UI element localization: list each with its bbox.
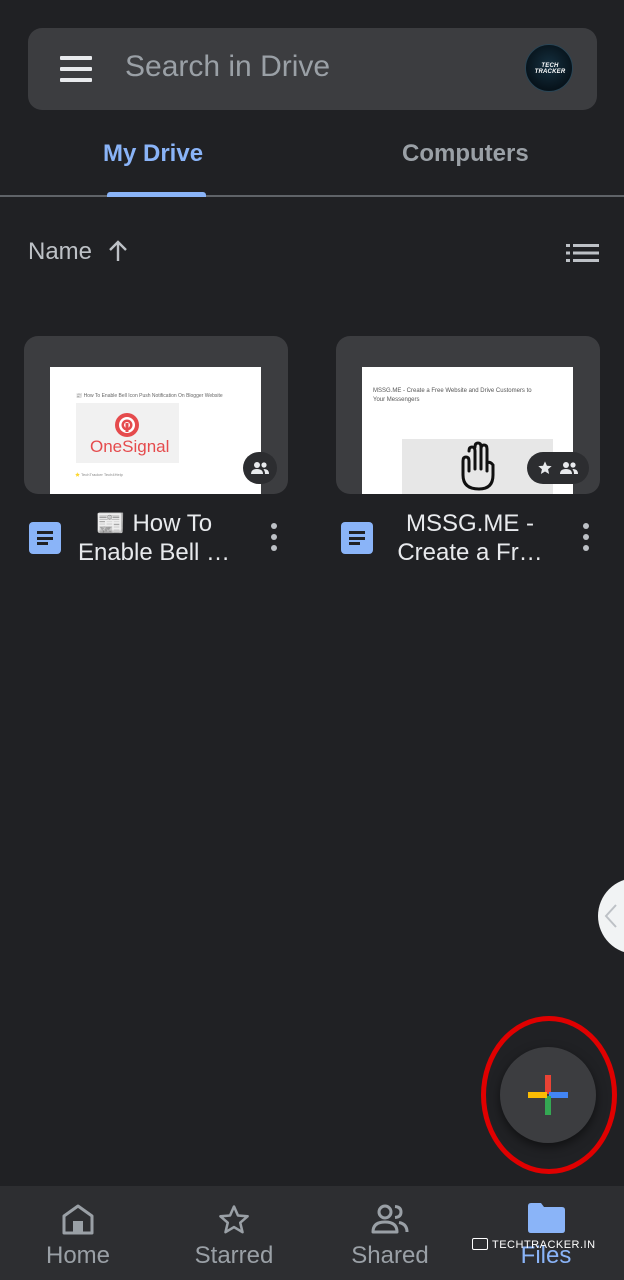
file-card-thumbnail[interactable]: MSSG.ME - Create a Free Website and Driv… — [336, 336, 600, 494]
folder-icon — [528, 1203, 565, 1233]
search-bar[interactable]: Search in Drive TECH TRACKER — [28, 28, 597, 110]
more-vert-icon[interactable] — [582, 523, 590, 553]
onesignal-image: OneSignal — [76, 403, 179, 463]
file-title[interactable]: 📰 How To Enable Bell … — [68, 509, 240, 567]
google-docs-icon — [341, 522, 373, 554]
star-outline-icon — [219, 1205, 249, 1234]
starred-shared-badge — [527, 452, 589, 484]
browser-icon — [472, 1238, 488, 1250]
thumbnail-heading: MSSG.ME - Create a Free Website and Driv… — [373, 388, 532, 403]
people-icon — [251, 462, 269, 474]
nav-shared-label: Shared — [351, 1242, 429, 1269]
people-icon — [560, 462, 578, 474]
nav-starred[interactable]: Starred — [156, 1186, 312, 1280]
plus-icon — [528, 1075, 568, 1115]
nav-files[interactable]: Files — [468, 1186, 624, 1280]
avatar-label: TECH TRACKER — [534, 63, 566, 75]
nav-shared[interactable]: Shared — [312, 1186, 468, 1280]
list-view-icon[interactable] — [566, 243, 599, 263]
new-button[interactable] — [500, 1047, 596, 1143]
arrow-up-icon[interactable] — [108, 240, 128, 262]
file-title[interactable]: MSSG.ME - Create a Fr… — [384, 509, 556, 567]
onesignal-logo-icon — [115, 413, 139, 437]
watermark: TECHTRACKER.IN — [472, 1238, 596, 1251]
thumbnail-footer: ⭐ TechTracker Tech4Help — [75, 472, 123, 477]
home-icon — [62, 1204, 94, 1235]
file-card-thumbnail[interactable]: 📰 How To Enable Bell Icon Push Notificat… — [24, 336, 288, 494]
onesignal-wordmark: OneSignal — [90, 437, 170, 456]
tab-indicator — [107, 192, 206, 197]
bottom-navigation: Home Starred Shared Files — [0, 1186, 624, 1280]
document-thumbnail: 📰 How To Enable Bell Icon Push Notificat… — [50, 367, 261, 494]
shared-badge — [243, 452, 277, 484]
more-vert-icon[interactable] — [270, 523, 278, 553]
sort-button[interactable]: Name — [28, 238, 92, 266]
hand-icon — [461, 441, 495, 491]
nav-starred-label: Starred — [194, 1242, 274, 1269]
thumbnail-heading: 📰 How To Enable Bell Icon Push Notificat… — [76, 393, 223, 399]
edge-panel-handle[interactable] — [598, 878, 624, 954]
search-input[interactable]: Search in Drive — [125, 50, 330, 84]
star-icon — [538, 461, 552, 474]
chevron-left-icon — [604, 904, 617, 928]
tab-computers[interactable]: Computers — [402, 140, 529, 168]
tab-my-drive[interactable]: My Drive — [103, 140, 203, 168]
nav-home-label: Home — [45, 1242, 111, 1269]
google-docs-icon — [29, 522, 61, 554]
account-avatar[interactable]: TECH TRACKER — [525, 44, 573, 92]
watermark-text: TECHTRACKER.IN — [492, 1239, 596, 1251]
people-icon — [371, 1204, 409, 1234]
nav-home[interactable]: Home — [0, 1186, 156, 1280]
drive-tabs: My Drive Computers — [0, 120, 624, 197]
menu-icon[interactable] — [60, 56, 92, 82]
